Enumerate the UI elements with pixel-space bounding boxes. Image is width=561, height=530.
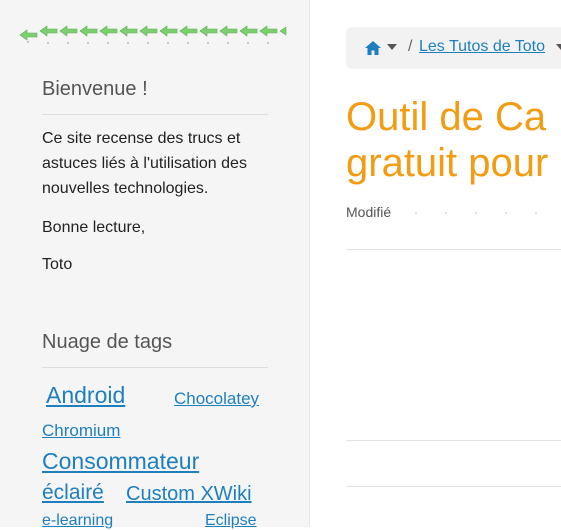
breadcrumb: / Les Tutos de Toto — [346, 27, 561, 69]
welcome-divider — [42, 114, 268, 115]
tag-eclaire[interactable]: éclairé — [42, 481, 104, 505]
chevron-down-icon[interactable] — [556, 43, 561, 51]
tag-eclipse[interactable]: Eclipse — [205, 512, 257, 530]
sidebar: Bienvenue ! Ce site recense des trucs et… — [0, 0, 310, 530]
welcome-signature: Toto — [42, 256, 73, 273]
welcome-paragraph: Ce site recense des trucs et astuces lié… — [42, 130, 247, 197]
tag-android[interactable]: Android — [46, 382, 125, 409]
page-title-line-1: Outil de Ca — [346, 95, 547, 139]
tag-custom-xwiki[interactable]: Custom XWiki — [126, 483, 252, 506]
tag-cloud-divider — [42, 367, 268, 368]
loading-placeholder — [414, 211, 538, 215]
home-icon[interactable] — [364, 40, 382, 56]
modified-label: Modifié — [346, 204, 392, 220]
page-title: Outil de Ca gratuit pour — [346, 94, 561, 186]
content-divider — [346, 440, 561, 441]
content-divider — [346, 249, 561, 250]
tag-chromium[interactable]: Chromium — [42, 421, 120, 441]
breadcrumb-link[interactable]: Les Tutos de Toto — [419, 38, 545, 56]
welcome-greeting: Bonne lecture, — [42, 219, 146, 236]
main-content: / Les Tutos de Toto Outil de Ca gratuit … — [310, 0, 561, 527]
chevron-down-icon[interactable] — [387, 43, 397, 51]
breadcrumb-separator: / — [408, 38, 413, 55]
tag-consommateur[interactable]: Consommateur — [42, 448, 199, 475]
page-title-line-2: gratuit pour — [346, 141, 549, 185]
welcome-title: Bienvenue ! — [42, 78, 148, 100]
tag-chocolatey[interactable]: Chocolatey — [174, 389, 259, 409]
content-divider — [346, 486, 561, 487]
decorative-arrow-strip — [19, 25, 287, 44]
tag-e-learning[interactable]: e-learning — [42, 512, 113, 530]
tag-cloud-title: Nuage de tags — [42, 331, 173, 353]
